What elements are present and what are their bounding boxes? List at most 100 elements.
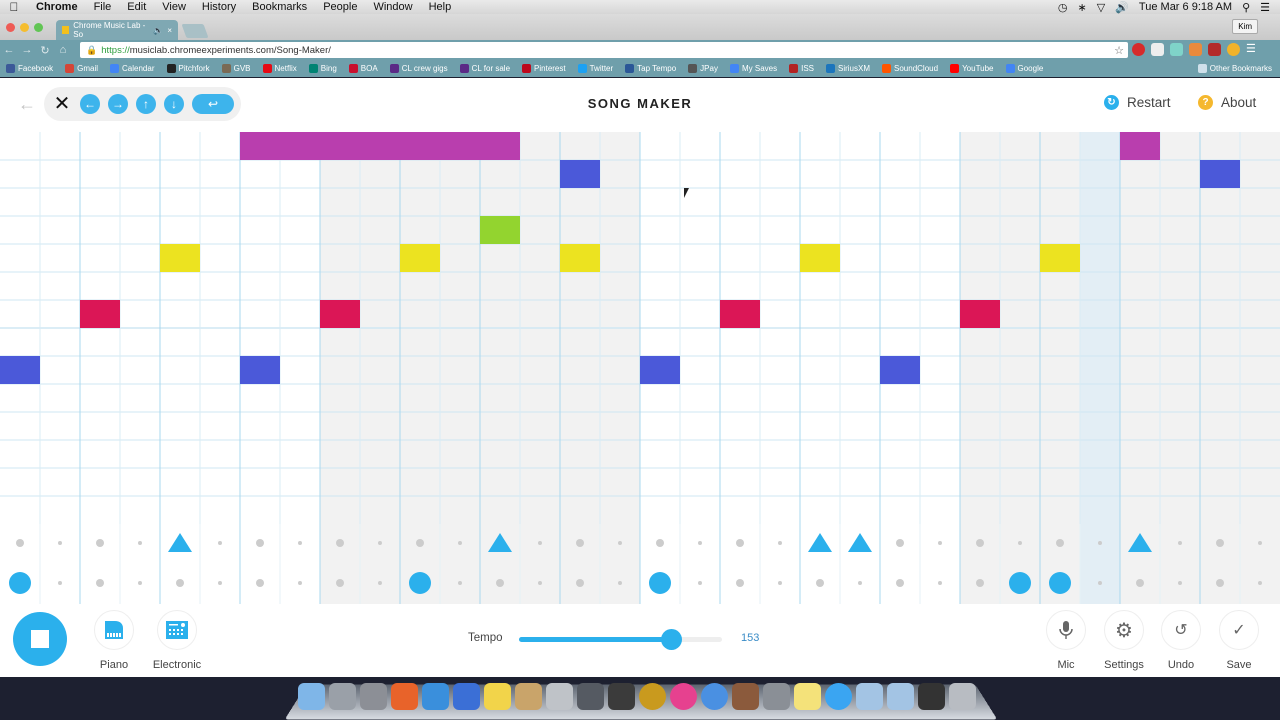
bookmark-item[interactable]: ISS — [789, 64, 814, 73]
dock-app-system-preferences-icon[interactable] — [763, 683, 790, 710]
dock-app-wunderlist-icon[interactable] — [422, 683, 449, 710]
menu-view[interactable]: View — [154, 1, 194, 13]
clock[interactable]: Tue Mar 6 9:18 AM — [1139, 1, 1232, 13]
dock-app-live-icon[interactable] — [608, 683, 635, 710]
restart-button[interactable]: ↻ Restart — [1104, 95, 1171, 110]
reload-icon[interactable]: ↻ — [36, 44, 54, 57]
bookmark-item[interactable]: Facebook — [6, 64, 53, 73]
tab-chrome-music-lab[interactable]: Chrome Music Lab - So 🔈 × — [56, 20, 178, 40]
bookmark-item[interactable]: My Saves — [729, 64, 777, 73]
menu-app-name[interactable]: Chrome — [28, 1, 86, 13]
close-window-button[interactable] — [6, 23, 15, 32]
menu-help[interactable]: Help — [421, 1, 460, 13]
bookmark-star-icon[interactable]: ☆ — [1114, 44, 1124, 57]
tab-strip: Chrome Music Lab - So 🔈 × Kim — [0, 14, 1280, 40]
bookmark-item[interactable]: GVB — [221, 64, 251, 73]
tab-close-icon[interactable]: × — [167, 26, 172, 35]
dock-app-finder-icon[interactable] — [298, 683, 325, 710]
extension-icon[interactable] — [1170, 43, 1183, 56]
dock-app-trash-icon[interactable] — [949, 683, 976, 710]
tempo-slider-thumb[interactable] — [661, 629, 683, 650]
bookmark-item[interactable]: SoundCloud — [882, 64, 938, 73]
tab-audio-icon[interactable]: 🔈 — [153, 26, 163, 35]
menu-icon[interactable]: ☰ — [1246, 43, 1259, 56]
menu-bookmarks[interactable]: Bookmarks — [244, 1, 315, 13]
menu-people[interactable]: People — [315, 1, 365, 13]
bookmark-item[interactable]: Pitchfork — [166, 64, 210, 73]
address-bar[interactable]: 🔒 https:// musiclab.chromeexperiments.co… — [80, 42, 1128, 58]
other-bookmarks[interactable]: Other Bookmarks — [1197, 64, 1272, 73]
dock-app-applications-icon[interactable] — [887, 683, 914, 710]
mic-button[interactable]: Mic — [1036, 610, 1096, 671]
bookmarks-bar: Facebook Gmail Calendar Pitchfork GVB Netflix… — [0, 60, 1280, 77]
dock-app-music-icon[interactable] — [918, 683, 945, 710]
save-button[interactable]: ✓ Save — [1209, 610, 1269, 671]
dock-app-soulseek-icon[interactable] — [639, 683, 666, 710]
menu-file[interactable]: File — [86, 1, 120, 13]
rhythm-grid[interactable] — [0, 524, 1280, 604]
extension-icon[interactable] — [1227, 43, 1240, 56]
menu-window[interactable]: Window — [365, 1, 420, 13]
bluetooth-icon[interactable]: ∗ — [1078, 1, 1087, 14]
settings-button[interactable]: ⚙ Settings — [1094, 610, 1154, 671]
extension-icon[interactable] — [1208, 43, 1221, 56]
wifi-icon[interactable]: ▽ — [1097, 1, 1105, 14]
adblock-extension-icon[interactable] — [1132, 43, 1145, 56]
dock-app-contacts-icon[interactable] — [515, 683, 542, 710]
instrument-electronic-button[interactable]: Electronic — [147, 610, 207, 671]
undo-button[interactable]: ↺ Undo — [1151, 610, 1211, 671]
apple-icon[interactable]:  — [0, 0, 28, 14]
bookmark-item[interactable]: Gmail — [65, 64, 98, 73]
bookmark-label: SoundCloud — [894, 64, 939, 73]
dock-app-stickies-icon[interactable] — [484, 683, 511, 710]
bookmark-item[interactable]: BOA — [348, 64, 378, 73]
forward-icon[interactable]: → — [18, 44, 36, 56]
bookmark-item[interactable]: JPay — [688, 64, 718, 73]
s-extension-icon[interactable] — [1151, 43, 1164, 56]
menu-history[interactable]: History — [194, 1, 244, 13]
bookmark-item[interactable]: Pinterest — [522, 64, 566, 73]
tempo-value[interactable]: 153 — [741, 632, 759, 644]
zoom-window-button[interactable] — [34, 23, 43, 32]
dock-app-firefox-icon[interactable] — [391, 683, 418, 710]
tempo-slider[interactable] — [519, 629, 722, 650]
profile-button[interactable]: Kim — [1232, 19, 1258, 34]
dock-app-quicktime-icon[interactable] — [453, 683, 480, 710]
dock-app-chrome-icon[interactable] — [701, 683, 728, 710]
volume-icon[interactable]: 🔊 — [1115, 1, 1129, 14]
bookmark-item[interactable]: CL crew gigs — [389, 64, 448, 73]
dock-app-notes-icon[interactable] — [794, 683, 821, 710]
spotlight-icon[interactable]: ⚲ — [1242, 1, 1250, 14]
bookmark-item[interactable]: Google — [1005, 64, 1043, 73]
bookmark-item[interactable]: YouTube — [950, 64, 994, 73]
home-icon[interactable]: ⌂ — [54, 44, 72, 56]
melody-grid[interactable] — [0, 132, 1280, 524]
bookmark-item[interactable]: Calendar — [110, 64, 155, 73]
dock-app-coffee-icon[interactable] — [732, 683, 759, 710]
bookmark-item[interactable]: Tap Tempo — [625, 64, 676, 73]
bookmark-item[interactable]: SiriusXM — [826, 64, 870, 73]
bookmark-item[interactable]: Netflix — [262, 64, 297, 73]
dock-app-logic-icon[interactable] — [360, 683, 387, 710]
minimize-window-button[interactable] — [20, 23, 29, 32]
menu-edit[interactable]: Edit — [119, 1, 154, 13]
bookmark-item[interactable]: Bing — [308, 64, 337, 73]
dock-app-messages-icon[interactable] — [825, 683, 852, 710]
bookmark-item[interactable]: CL for sale — [459, 64, 510, 73]
dock-app-documents-icon[interactable] — [856, 683, 883, 710]
dock-app-launchpad-icon[interactable] — [329, 683, 356, 710]
instrument-piano-button[interactable]: Piano — [84, 610, 144, 671]
about-button[interactable]: ? About — [1198, 95, 1256, 110]
new-tab-button[interactable] — [181, 24, 209, 38]
back-icon[interactable]: ← — [0, 44, 18, 56]
dock-app-itunes-icon[interactable] — [670, 683, 697, 710]
dock-app-photo-booth-icon[interactable] — [577, 683, 604, 710]
stop-button[interactable] — [13, 612, 67, 666]
notification-center-icon[interactable]: ☰ — [1260, 1, 1270, 14]
dock-app-calculator-icon[interactable] — [546, 683, 573, 710]
rhythm-dot — [1056, 539, 1064, 547]
extension-icon[interactable] — [1189, 43, 1202, 56]
rhythm-circle — [409, 572, 431, 594]
bookmark-item[interactable]: Twitter — [577, 64, 613, 73]
time-machine-icon[interactable]: ◷ — [1058, 1, 1068, 14]
